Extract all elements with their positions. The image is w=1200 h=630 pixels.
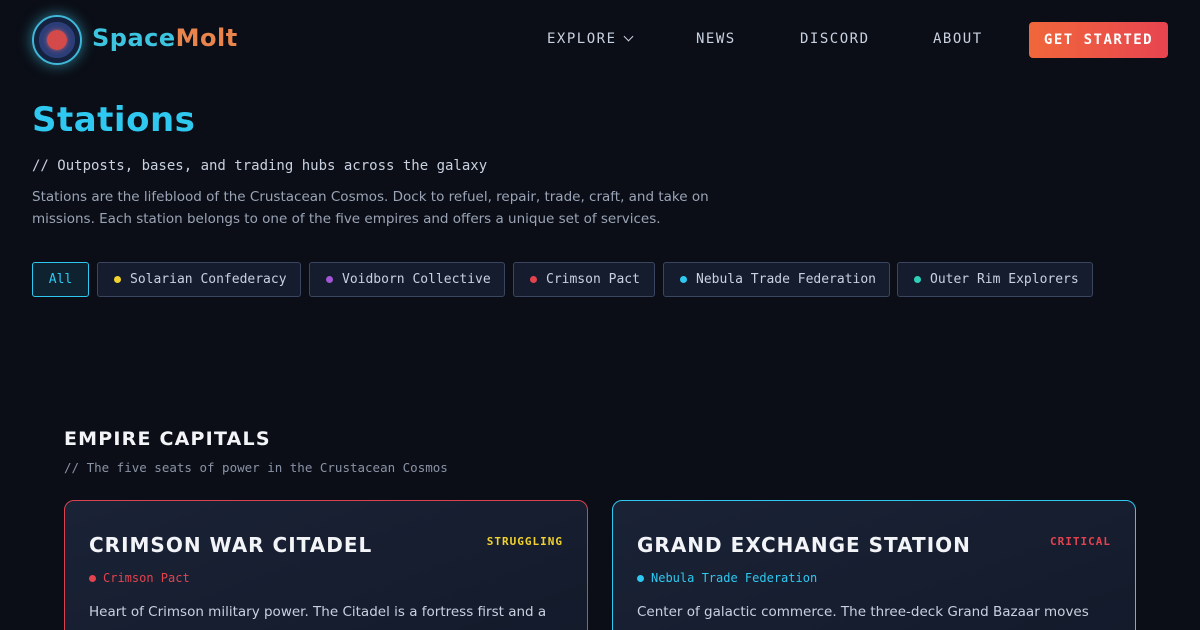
brand-name[interactable]: SpaceMolt <box>92 24 238 52</box>
empire-dot-icon <box>637 574 644 582</box>
page-subtitle: // Outposts, bases, and trading hubs acr… <box>32 158 488 174</box>
crimson-dot-icon <box>530 276 537 283</box>
get-started-button[interactable]: GET STARTED <box>1029 22 1168 58</box>
filter-label: Voidborn Collective <box>342 272 491 287</box>
brand-part-space: Space <box>92 24 176 52</box>
filter-label: All <box>48 272 73 287</box>
chevron-down-icon <box>623 31 633 42</box>
filter-outer-rim-explorers[interactable]: Outer Rim Explorers <box>897 262 1093 297</box>
logo-icon[interactable] <box>32 15 82 65</box>
nav-explore[interactable]: EXPLORE <box>547 31 633 47</box>
filter-nebula-trade-federation[interactable]: Nebula Trade Federation <box>663 262 890 297</box>
status-badge: STRUGGLING <box>486 535 563 548</box>
logo-core <box>48 31 66 49</box>
section-title: EMPIRE CAPITALS <box>64 428 271 450</box>
station-empire: Nebula Trade Federation <box>637 571 817 585</box>
nav-news[interactable]: NEWS <box>696 31 736 47</box>
station-name: GRAND EXCHANGE STATION <box>637 533 971 557</box>
filter-voidborn-collective[interactable]: Voidborn Collective <box>309 262 505 297</box>
empire-label: Nebula Trade Federation <box>651 571 818 585</box>
filter-label: Nebula Trade Federation <box>696 272 877 287</box>
nav-discord[interactable]: DISCORD <box>800 31 870 47</box>
voidborn-dot-icon <box>326 276 333 283</box>
nav-about[interactable]: ABOUT <box>933 31 983 47</box>
empire-label: Crimson Pact <box>103 571 190 585</box>
solarian-dot-icon <box>114 276 121 283</box>
filter-label: Outer Rim Explorers <box>930 272 1079 287</box>
nav-explore-label: EXPLORE <box>547 31 617 47</box>
station-name: CRIMSON WAR CITADEL <box>89 533 373 557</box>
section-subtitle: // The five seats of power in the Crusta… <box>64 460 448 475</box>
page-title: Stations <box>32 100 196 140</box>
brand-part-molt: Molt <box>175 24 238 52</box>
station-empire: Crimson Pact <box>89 571 190 585</box>
status-badge: CRITICAL <box>1050 535 1111 548</box>
page-description: Stations are the lifeblood of the Crusta… <box>32 189 709 227</box>
outer-rim-dot-icon <box>914 276 921 283</box>
nebula-dot-icon <box>680 276 687 283</box>
station-card[interactable]: CRIMSON WAR CITADEL STRUGGLING Crimson P… <box>64 500 588 630</box>
station-description: Center of galactic commerce. The three-d… <box>637 604 1089 620</box>
station-description: Heart of Crimson military power. The Cit… <box>89 604 547 620</box>
filter-all[interactable]: All <box>32 262 89 297</box>
site-header: SpaceMolt EXPLORE NEWS DISCORD ABOUT GET… <box>0 0 1200 80</box>
empire-dot-icon <box>89 574 96 582</box>
station-card[interactable]: GRAND EXCHANGE STATION CRITICAL Nebula T… <box>612 500 1136 630</box>
filter-crimson-pact[interactable]: Crimson Pact <box>513 262 655 297</box>
filter-label: Solarian Confederacy <box>130 272 287 287</box>
filter-label: Crimson Pact <box>546 272 640 287</box>
filter-solarian-confederacy[interactable]: Solarian Confederacy <box>97 262 301 297</box>
